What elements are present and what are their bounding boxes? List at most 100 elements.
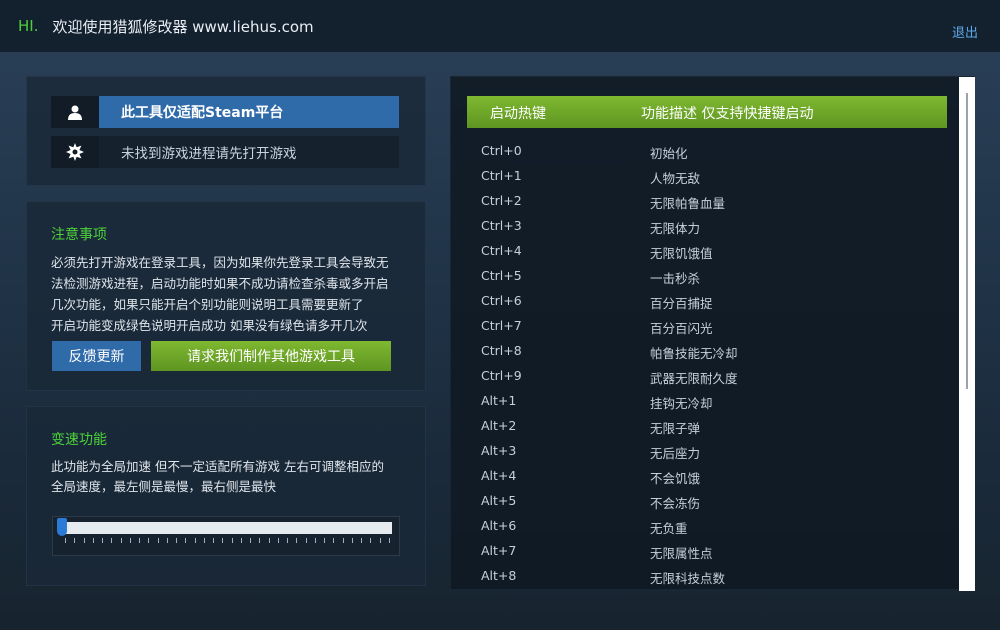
speed-slider[interactable] (52, 516, 400, 556)
slider-tick (148, 538, 150, 543)
scrollbar-thumb[interactable] (966, 93, 968, 389)
hotkey-row[interactable]: Alt+1 挂钩无冷却 (481, 388, 941, 413)
slider-tick (324, 538, 326, 543)
slider-tick (176, 538, 178, 543)
hotkey-description: 无负重 (650, 521, 688, 536)
notice-line: 法检测游戏进程，启动功能时如果不成功请检查杀毒或多开启 (51, 276, 389, 291)
slider-tick (351, 538, 353, 543)
slider-tick (250, 538, 252, 543)
slider-tick (287, 538, 289, 543)
hotkey-row[interactable]: Ctrl+3 无限体力 (481, 213, 941, 238)
slider-tick (83, 538, 85, 543)
gear-icon (51, 136, 99, 168)
hotkey-key: Alt+8 (481, 568, 517, 583)
hotkey-key: Alt+2 (481, 418, 517, 433)
notice-text: 必须先打开游戏在登录工具，因为如果你先登录工具会导致无 法检测游戏进程，启动功能… (51, 252, 411, 336)
hotkey-row[interactable]: Ctrl+4 无限饥饿值 (481, 238, 941, 263)
slider-tick (111, 538, 113, 543)
hotkey-row[interactable]: Ctrl+0 初始化 (481, 138, 941, 163)
notice-line: 开启功能变成绿色说明开启成功 如果没有绿色请多开几次 (51, 318, 368, 333)
slider-tick (74, 538, 76, 543)
hotkey-row[interactable]: Alt+6 无负重 (481, 513, 941, 538)
hotkey-description: 帕鲁技能无冷却 (650, 346, 738, 361)
platform-label: 此工具仅适配Steam平台 (99, 96, 399, 128)
hotkey-description: 一击秒杀 (650, 271, 701, 286)
logout-link[interactable]: 退出 (952, 22, 978, 41)
slider-tick (361, 538, 363, 543)
user-icon (51, 96, 99, 128)
hotkey-row[interactable]: Alt+3 无后座力 (481, 438, 941, 463)
slider-tick (65, 538, 66, 543)
hotkey-column-header: 启动热键 (490, 106, 546, 122)
hotkey-row[interactable]: Ctrl+8 帕鲁技能无冷却 (481, 338, 941, 363)
hotkey-row[interactable]: Ctrl+7 百分百闪光 (481, 313, 941, 338)
slider-tick (213, 538, 215, 543)
slider-thumb[interactable] (57, 518, 67, 536)
hotkey-list: Ctrl+0 初始化 Ctrl+1 人物无敌 Ctrl+2 无限帕鲁血量 Ctrl+3 无限体… (481, 138, 941, 588)
slider-tick (259, 538, 261, 543)
slider-tick (120, 538, 122, 543)
hotkey-key: Ctrl+5 (481, 268, 522, 283)
hotkey-key: Ctrl+2 (481, 193, 522, 208)
hotkey-description: 无限科技点数 (650, 571, 726, 586)
process-status-row: 未找到游戏进程请先打开游戏 (51, 136, 399, 168)
hotkey-description: 人物无敌 (650, 171, 701, 186)
slider-tick (370, 538, 372, 543)
slider-tick (185, 538, 187, 543)
slider-tick (379, 538, 381, 543)
slider-track[interactable] (61, 522, 392, 534)
status-panel: 此工具仅适配Steam平台 未找到游戏进程请先打开游戏 (26, 76, 426, 186)
hotkey-row[interactable]: Ctrl+6 百分百捕捉 (481, 288, 941, 313)
slider-tick (203, 538, 205, 543)
slider-tick (194, 538, 196, 543)
hotkey-key: Ctrl+8 (481, 343, 522, 358)
notice-title: 注意事项 (51, 227, 107, 243)
slider-tick (222, 538, 224, 543)
slider-tick (277, 538, 279, 543)
slider-tick (333, 538, 335, 543)
slider-tick (231, 538, 233, 543)
hotkey-row[interactable]: Alt+4 不会饥饿 (481, 463, 941, 488)
scrollbar[interactable] (959, 77, 975, 591)
description-column-header: 功能描述 仅支持快捷键启动 (641, 106, 814, 122)
hotkey-row[interactable]: Ctrl+9 武器无限耐久度 (481, 363, 941, 388)
hotkey-description: 无限帕鲁血量 (650, 196, 726, 211)
hotkey-row[interactable]: Ctrl+1 人物无敌 (481, 163, 941, 188)
hotkey-description: 百分百捕捉 (650, 296, 713, 311)
speed-title: 变速功能 (51, 432, 107, 448)
slider-tick (166, 538, 168, 543)
hotkey-key: Alt+1 (481, 393, 517, 408)
notice-line: 几次功能，如果只能开启个别功能则说明工具需要更新了 (51, 297, 364, 312)
speed-description: 此功能为全局加速 但不一定适配所有游戏 左右可调整相应的 全局速度，最左侧是最慢… (51, 457, 411, 497)
hotkey-row[interactable]: Alt+8 无限科技点数 (481, 563, 941, 588)
slider-tick (102, 538, 104, 543)
speed-line: 此功能为全局加速 但不一定适配所有游戏 左右可调整相应的 (51, 459, 384, 474)
slider-tick (139, 538, 141, 543)
hotkey-row[interactable]: Ctrl+5 一击秒杀 (481, 263, 941, 288)
hotkey-header: 启动热键 功能描述 仅支持快捷键启动 (467, 96, 947, 128)
hotkey-key: Alt+5 (481, 493, 517, 508)
hotkey-description: 无限饥饿值 (650, 246, 713, 261)
greeting: HI. (18, 17, 39, 35)
hotkey-key: Alt+3 (481, 443, 517, 458)
platform-row: 此工具仅适配Steam平台 (51, 96, 399, 128)
hotkey-description: 不会饥饿 (650, 471, 701, 486)
hotkey-description: 初始化 (650, 146, 688, 161)
hotkey-panel: 启动热键 功能描述 仅支持快捷键启动 Ctrl+0 初始化 Ctrl+1 人物无敌 Ct… (450, 76, 975, 591)
slider-ticks (65, 538, 390, 544)
hotkey-key: Ctrl+6 (481, 293, 522, 308)
hotkey-key: Ctrl+7 (481, 318, 522, 333)
hotkey-key: Ctrl+1 (481, 168, 522, 183)
hotkey-description: 武器无限耐久度 (650, 371, 738, 386)
slider-tick (129, 538, 131, 543)
feedback-button[interactable]: 反馈更新 (52, 341, 141, 371)
hotkey-row[interactable]: Ctrl+2 无限帕鲁血量 (481, 188, 941, 213)
welcome-text: 欢迎使用猎狐修改器 www.liehus.com (52, 17, 314, 36)
hotkey-key: Alt+4 (481, 468, 517, 483)
hotkey-row[interactable]: Alt+2 无限子弹 (481, 413, 941, 438)
hotkey-row[interactable]: Alt+7 无限属性点 (481, 538, 941, 563)
hotkey-key: Ctrl+0 (481, 143, 522, 158)
hotkey-key: Ctrl+4 (481, 243, 522, 258)
request-tool-button[interactable]: 请求我们制作其他游戏工具 (151, 341, 391, 371)
hotkey-row[interactable]: Alt+5 不会冻伤 (481, 488, 941, 513)
